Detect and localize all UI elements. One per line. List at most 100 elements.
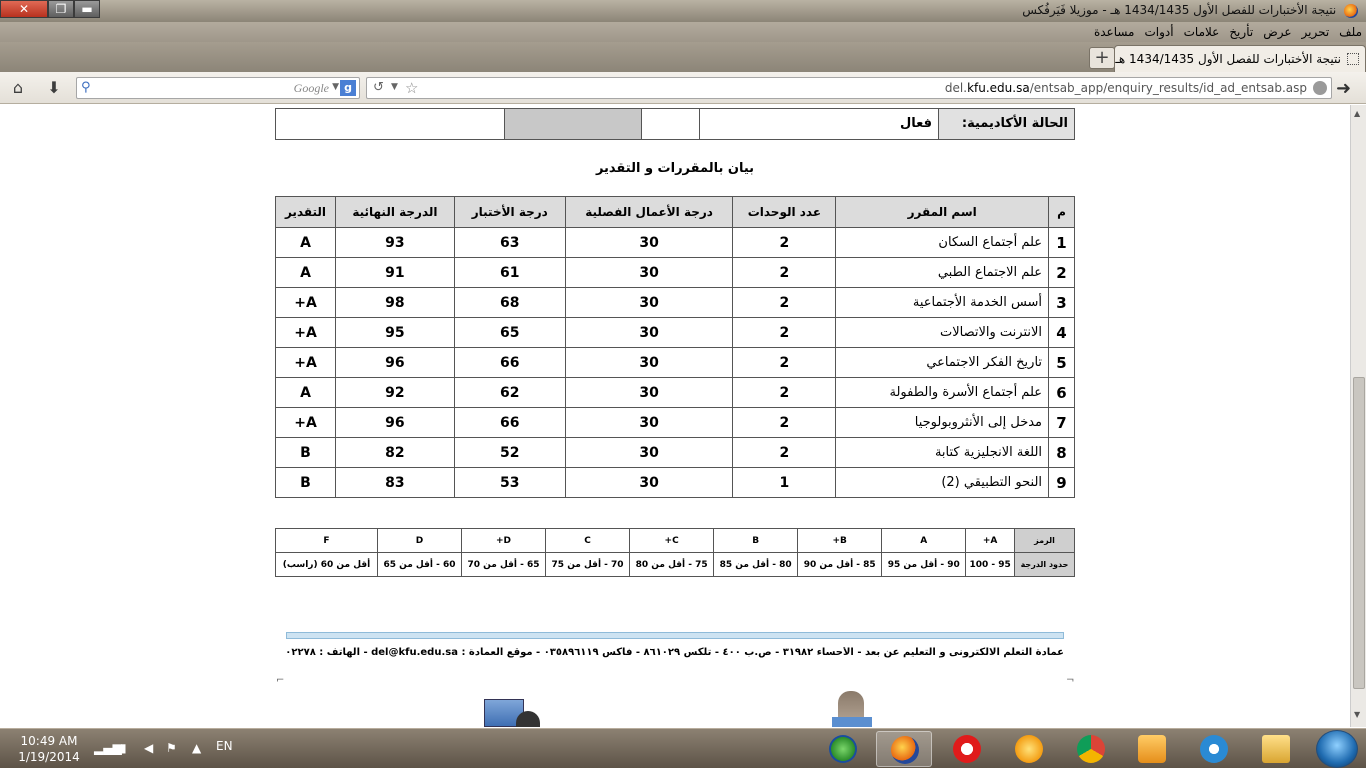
grade-range: 90 - أقل من 95 xyxy=(881,552,967,577)
coursework-score: 30 xyxy=(564,377,734,408)
table-row: 5 تاريخ الفكر الاجتماعي 2 30 66 96 A+ xyxy=(275,347,1075,378)
go-arrow-icon[interactable]: ➜ xyxy=(1336,78,1351,99)
url-text[interactable]: del.kfu.edu.sa/entsab_app/enquiry_result… xyxy=(945,81,1307,95)
google-icon[interactable]: g xyxy=(340,80,356,96)
maximize-window-button[interactable]: ❐ xyxy=(48,0,74,18)
chevron-down-icon[interactable]: ▼ xyxy=(332,82,339,92)
network-signal-icon[interactable]: ▂▄▆ xyxy=(94,741,122,755)
grade-symbol: C+ xyxy=(629,528,715,553)
grade-symbol: A+ xyxy=(965,528,1015,553)
download-icon[interactable]: ⬇ xyxy=(43,78,65,98)
scroll-up-icon[interactable]: ▲ xyxy=(1354,109,1360,118)
language-indicator[interactable]: EN xyxy=(216,739,233,753)
courses-section-title: بيان بالمقررات و التقدير xyxy=(595,161,755,176)
row-number: 2 xyxy=(1048,257,1075,288)
grade-scale-table: الرمز A+ A B+ B C+ C D+ D F حدود الدرجة … xyxy=(275,528,1075,577)
range-label: حدود الدرجة xyxy=(1014,552,1075,577)
search-engine-label: Google xyxy=(293,81,329,95)
letter-grade: A+ xyxy=(275,317,336,348)
new-tab-button[interactable]: + xyxy=(1089,47,1115,69)
close-window-button[interactable]: ✕ xyxy=(0,0,48,18)
address-bar[interactable]: ↺ ▼ ☆ del.kfu.edu.sa/entsab_app/enquiry_… xyxy=(366,77,1332,99)
history-dropdown-icon[interactable]: ▼ xyxy=(391,82,398,92)
menu-file[interactable]: ملف xyxy=(1339,25,1362,39)
system-clock[interactable]: 10:49 AM 1/19/2014 xyxy=(14,733,84,765)
window-controls: ✕ ❐ ▬ xyxy=(0,0,100,18)
menu-bookmarks[interactable]: علامات xyxy=(1184,25,1220,39)
table-row: 6 علم أجتماع الأسرة والطفولة 2 30 62 92 … xyxy=(275,377,1075,408)
menu-help[interactable]: مساعدة xyxy=(1094,25,1135,39)
grade-range: 85 - أقل من 90 xyxy=(797,552,883,577)
row-number: 5 xyxy=(1048,347,1075,378)
exam-score: 63 xyxy=(453,227,566,258)
tab-title: نتيجة الأختبارات للفصل الأول 1434/1435 ه… xyxy=(1115,52,1341,66)
row-number: 8 xyxy=(1048,437,1075,468)
home-icon[interactable]: ⌂ xyxy=(7,78,29,98)
tab-results[interactable]: نتيجة الأختبارات للفصل الأول 1434/1435 ه… xyxy=(1114,45,1366,72)
taskbar-app-internet-explorer[interactable] xyxy=(1186,731,1242,767)
letter-grade: B xyxy=(275,437,336,468)
grade-range-row: حدود الدرجة 95 - 100 90 - أقل من 95 85 -… xyxy=(275,552,1075,577)
grade-range: 70 - أقل من 75 xyxy=(545,552,631,577)
grade-range: أقل من 60 (راسب) xyxy=(275,552,378,577)
user-silhouette-image xyxy=(516,711,540,727)
course-name: علم الاجتماع الطبي xyxy=(835,257,1050,288)
row-number: 6 xyxy=(1048,377,1075,408)
row-number: 9 xyxy=(1048,467,1075,498)
scrollbar-thumb[interactable] xyxy=(1353,377,1365,689)
reload-icon[interactable]: ↺ xyxy=(373,80,384,95)
letter-grade: A+ xyxy=(275,407,336,438)
media-player-icon xyxy=(1138,735,1166,763)
exam-score: 66 xyxy=(453,347,566,378)
search-input[interactable] xyxy=(99,80,299,96)
column-header-number: م xyxy=(1048,196,1075,228)
row-number: 3 xyxy=(1048,287,1075,318)
menu-bar: ملف تحرير عرض تأريخ علامات أدوات مساعدة xyxy=(0,22,1366,42)
academic-status-value: فعال xyxy=(699,109,938,139)
academic-status-row: الحالة الأكاديمية: فعال xyxy=(275,108,1075,140)
menu-history[interactable]: تأريخ xyxy=(1229,25,1253,39)
letter-grade: A xyxy=(275,227,336,258)
taskbar-app-chrome[interactable] xyxy=(1063,731,1119,767)
site-identity-icon[interactable] xyxy=(1313,81,1327,95)
letter-grade: A xyxy=(275,257,336,288)
vertical-scrollbar[interactable]: ▲ ▼ xyxy=(1350,105,1366,727)
volume-icon[interactable]: ◀ xyxy=(144,741,153,755)
footer-corner-mark: ¬ xyxy=(1066,675,1075,686)
course-name: علم أجتماع السكان xyxy=(835,227,1050,258)
exam-score: 68 xyxy=(453,287,566,318)
download-manager-icon xyxy=(829,735,857,763)
exam-score: 52 xyxy=(453,437,566,468)
row-number: 4 xyxy=(1048,317,1075,348)
course-name: أسس الخدمة الأجتماعية xyxy=(835,287,1050,318)
grade-symbol: A xyxy=(881,528,967,553)
taskbar-app-messenger[interactable] xyxy=(1001,731,1057,767)
minimize-window-button[interactable]: ▬ xyxy=(74,0,100,18)
taskbar-app-firefox[interactable] xyxy=(876,731,932,767)
scroll-down-icon[interactable]: ▼ xyxy=(1354,710,1360,719)
clock-time: 10:49 AM xyxy=(20,734,78,748)
bookmark-star-icon[interactable]: ☆ xyxy=(405,79,418,97)
column-header-final: الدرجة النهائية xyxy=(335,196,455,228)
grade-symbol: D+ xyxy=(460,528,547,553)
show-hidden-icons-icon[interactable]: ▲ xyxy=(192,741,201,755)
grade-symbol: F xyxy=(275,528,378,553)
menu-tools[interactable]: أدوات xyxy=(1145,25,1174,39)
start-button[interactable] xyxy=(1316,730,1358,768)
window-title: نتيجة الأختبارات للفصل الأول 1434/1435 ه… xyxy=(1022,3,1358,18)
letter-grade: B xyxy=(275,467,336,498)
menu-edit[interactable]: تحرير xyxy=(1302,25,1330,39)
taskbar-app-media-player[interactable] xyxy=(1124,731,1180,767)
opera-icon xyxy=(953,735,981,763)
taskbar-app-opera[interactable] xyxy=(939,731,995,767)
coursework-score: 30 xyxy=(564,317,734,348)
units: 2 xyxy=(732,377,837,408)
taskbar-app-file-explorer[interactable] xyxy=(1248,731,1304,767)
taskbar-app-idm[interactable] xyxy=(815,731,871,767)
search-bar: ⚲ Google ▼ g xyxy=(76,77,360,99)
menu-view[interactable]: عرض xyxy=(1263,25,1291,39)
course-name: النحو التطبيقي (2) xyxy=(835,467,1050,498)
battery-icon[interactable]: ▮ xyxy=(120,741,127,755)
action-center-icon[interactable]: ⚑ xyxy=(166,741,177,755)
grade-range: 75 - أقل من 80 xyxy=(629,552,715,577)
